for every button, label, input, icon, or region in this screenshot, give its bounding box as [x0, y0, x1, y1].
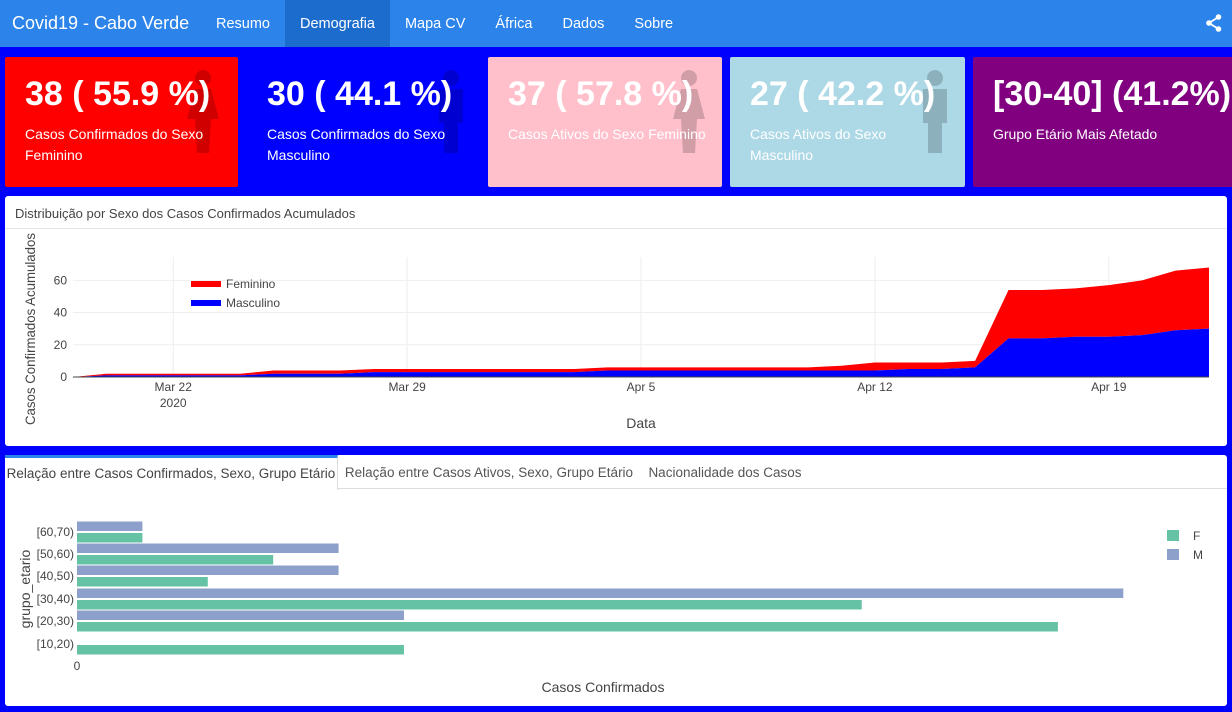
value-box-value: [30-40] (41.2%): [993, 75, 1232, 113]
share-icon[interactable]: [1206, 14, 1222, 32]
bar-f: [77, 600, 862, 610]
value-box-age-group: [30-40] (41.2%) Grupo Etário Mais Afetad…: [973, 57, 1232, 187]
y-tick-label: [20,30): [37, 614, 74, 628]
legend-swatch: [191, 300, 221, 306]
bar-m: [77, 588, 1124, 598]
bar-f: [77, 577, 208, 587]
value-box-confirmed-female: 38 ( 55.9 %) Casos Confirmados do Sexo F…: [5, 57, 238, 187]
y-tick-label: 40: [54, 306, 68, 320]
legend-label: Masculino: [226, 296, 280, 310]
x-tick-label: 0: [74, 659, 81, 673]
y-tick-label: [30,40): [37, 592, 74, 606]
x-tick-label: Apr 12: [857, 380, 893, 394]
bar-m: [77, 610, 404, 620]
y-tick-label: [60,70): [37, 525, 74, 539]
value-box-caption: Casos Confirmados do Sexo Feminino: [25, 126, 204, 163]
x-tick-sublabel: 2020: [160, 396, 187, 410]
legend-swatch: [191, 281, 221, 287]
legend-swatch: [1167, 549, 1179, 560]
bar-f: [77, 622, 1058, 632]
nav-resumo[interactable]: Resumo: [201, 0, 285, 47]
x-axis-title: Data: [626, 415, 656, 431]
legend-label: F: [1193, 529, 1200, 543]
x-tick-label: Mar 22: [155, 380, 193, 394]
legend-label: M: [1193, 548, 1203, 562]
tab-confirmed-age-sex[interactable]: Relação entre Casos Confirmados, Sexo, G…: [5, 455, 338, 490]
card-title: Distribuição por Sexo dos Casos Confirma…: [5, 196, 1227, 229]
value-box-active-male: 27 ( 42.2 %) Casos Ativos do Sexo Mascul…: [730, 57, 965, 187]
y-tick-label: 20: [54, 338, 68, 352]
bar-m: [77, 565, 339, 575]
x-tick-label: Mar 29: [388, 380, 426, 394]
tab-active-age-sex[interactable]: Relação entre Casos Ativos, Sexo, Grupo …: [344, 455, 634, 489]
y-axis-title: grupo_etario: [17, 549, 33, 628]
tab-nationality[interactable]: Nacionalidade dos Casos: [643, 455, 807, 489]
value-box-value: 30 ( 44.1 %): [267, 75, 453, 113]
x-axis-title: Casos Confirmados: [542, 679, 665, 695]
value-box-caption: Casos Ativos do Sexo Feminino: [508, 126, 706, 142]
value-box-value: 38 ( 55.9 %): [25, 75, 211, 113]
y-tick-label: 0: [60, 370, 67, 384]
navbar: Covid19 - Cabo Verde Resumo Demografia M…: [0, 0, 1232, 47]
app-title[interactable]: Covid19 - Cabo Verde: [0, 13, 201, 34]
area-chart-card: Distribuição por Sexo dos Casos Confirma…: [5, 196, 1227, 446]
bar-m: [77, 521, 143, 531]
value-box-confirmed-male: 30 ( 44.1 %) Casos Confirmados do Sexo M…: [247, 57, 480, 187]
nav-sobre[interactable]: Sobre: [619, 0, 688, 47]
legend-label: Feminino: [226, 277, 276, 291]
nav-africa[interactable]: África: [480, 0, 547, 47]
bar-chart[interactable]: [10,20) [20,30) [30,40) [40,50) [50,60) [60,7…: [5, 490, 1227, 706]
nav-demografia[interactable]: Demografia: [285, 0, 390, 47]
nav-mapa-cv[interactable]: Mapa CV: [390, 0, 480, 47]
value-box-active-female: 37 ( 57.8 %) Casos Ativos do Sexo Femini…: [488, 57, 722, 187]
value-box-caption: Casos Confirmados do Sexo Masculino: [267, 126, 446, 163]
x-tick-label: Apr 19: [1091, 380, 1127, 394]
y-tick-label: [10,20): [37, 637, 74, 651]
y-axis-title: Casos Confirmados Acumulados: [22, 233, 38, 425]
area-chart[interactable]: 0 20 40 60 Mar 22 2020 Mar 29 Apr 5 Apr 12 Apr 19…: [5, 229, 1227, 445]
bar-m: [77, 543, 339, 553]
y-tick-label: [40,50): [37, 569, 74, 583]
bar-f: [77, 533, 143, 543]
bar-f: [77, 645, 404, 655]
x-tick-label: Apr 5: [627, 380, 656, 394]
value-box-value: 27 ( 42.2 %): [750, 75, 936, 113]
y-tick-label: [50,60): [37, 547, 74, 561]
value-box-value: 37 ( 57.8 %): [508, 75, 694, 113]
bar-f: [77, 555, 274, 565]
nav-dados[interactable]: Dados: [547, 0, 619, 47]
tab-bar: Relação entre Casos Confirmados, Sexo, G…: [5, 455, 1227, 490]
y-tick-label: 60: [54, 273, 68, 287]
bar-chart-card: Relação entre Casos Confirmados, Sexo, G…: [5, 455, 1227, 706]
value-box-caption: Grupo Etário Mais Afetado: [993, 126, 1158, 142]
legend-swatch: [1167, 530, 1179, 541]
value-box-caption: Casos Ativos do Sexo Masculino: [750, 126, 887, 163]
